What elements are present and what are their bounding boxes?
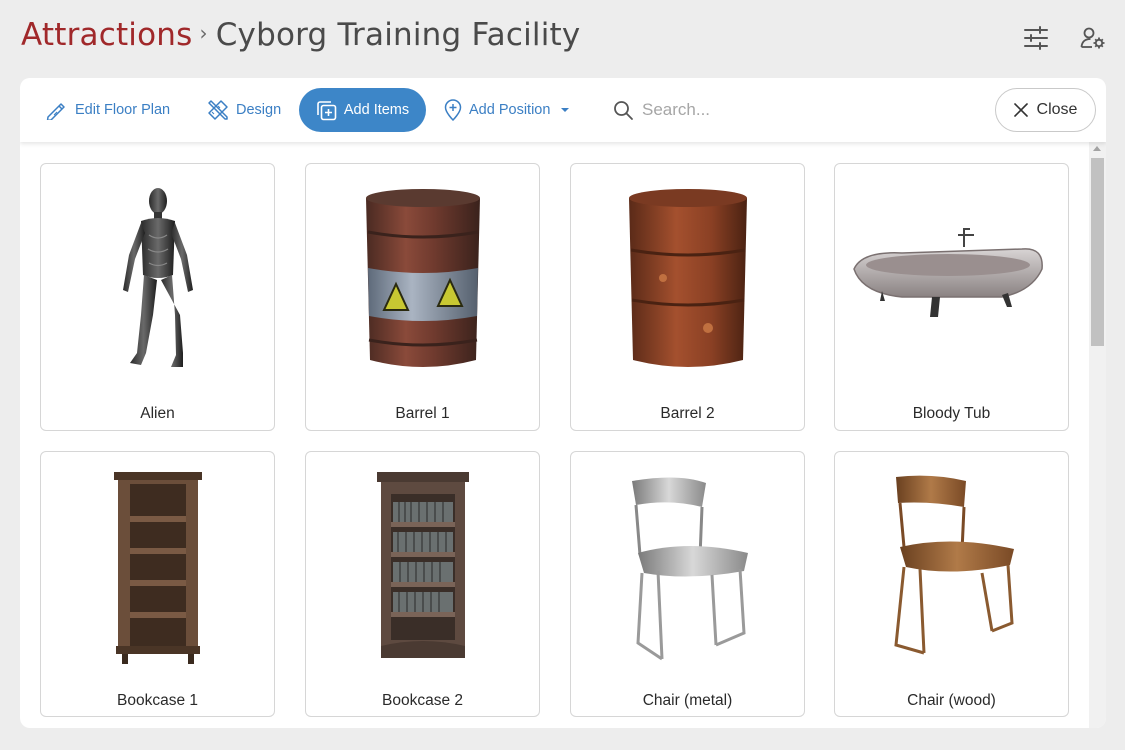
search-box	[613, 95, 812, 125]
item-card-barrel-2[interactable]: Barrel 2	[570, 163, 805, 431]
add-position-label: Add Position	[469, 102, 551, 118]
add-items-label: Add Items	[343, 102, 410, 118]
scrollbar-thumb[interactable]	[1091, 158, 1104, 346]
item-name: Bloody Tub	[912, 405, 991, 422]
item-name: Alien	[140, 405, 175, 422]
items-grid: Alien Barrel 1 Barrel 2 Bloody Tub Bookc…	[20, 142, 1106, 728]
toolbar: Edit Floor Plan Design Add Items Add Pos…	[20, 78, 1106, 142]
close-label: Close	[1036, 101, 1078, 118]
add-items-panel: Edit Floor Plan Design Add Items Add Pos…	[20, 78, 1106, 728]
scroll-up-arrow-icon[interactable]	[1093, 146, 1101, 151]
item-name: Barrel 2	[660, 405, 715, 422]
breadcrumb-attractions-link[interactable]: Attractions	[21, 17, 193, 53]
item-name: Barrel 1	[395, 405, 450, 422]
item-card-bookcase-1[interactable]: Bookcase 1	[40, 451, 275, 717]
item-card-chair-metal[interactable]: Chair (metal)	[570, 451, 805, 717]
design-button[interactable]: Design	[207, 88, 281, 132]
barrel-rusty-model-thumbnail	[571, 164, 804, 396]
page-title: Cyborg Training Facility	[215, 17, 581, 53]
item-name: Chair (wood)	[907, 692, 996, 709]
item-card-barrel-1[interactable]: Barrel 1	[305, 163, 540, 431]
bookcase-empty-model-thumbnail	[41, 452, 274, 684]
bookcase-books-model-thumbnail	[306, 452, 539, 684]
breadcrumb: Attractions › Cyborg Training Facility	[21, 17, 580, 53]
sliders-icon[interactable]	[1022, 24, 1050, 52]
chair-metal-model-thumbnail	[571, 452, 804, 684]
map-pin-plus-icon	[444, 99, 462, 121]
search-icon	[614, 100, 633, 120]
add-items-icon	[317, 100, 337, 120]
design-label: Design	[236, 102, 282, 118]
alien-model-thumbnail	[41, 164, 274, 396]
item-card-bloody-tub[interactable]: Bloody Tub	[834, 163, 1069, 431]
item-name: Bookcase 1	[117, 692, 198, 709]
user-settings-icon[interactable]	[1079, 24, 1107, 52]
search-input[interactable]	[642, 100, 812, 120]
item-name: Bookcase 2	[382, 692, 463, 709]
caret-down-icon	[561, 108, 570, 112]
scrollbar[interactable]	[1089, 142, 1106, 728]
add-items-button[interactable]: Add Items	[299, 88, 426, 132]
breadcrumb-separator: ›	[199, 21, 208, 45]
edit-floor-plan-label: Edit Floor Plan	[75, 102, 171, 118]
add-position-dropdown[interactable]: Add Position	[444, 88, 573, 132]
item-card-chair-wood[interactable]: Chair (wood)	[834, 451, 1069, 717]
chair-wood-model-thumbnail	[835, 452, 1068, 684]
item-card-alien[interactable]: Alien	[40, 163, 275, 431]
design-tools-icon	[208, 100, 228, 120]
barrel-hazard-model-thumbnail	[306, 164, 539, 396]
close-icon	[1013, 103, 1028, 117]
pencil-ruler-icon	[46, 103, 65, 120]
close-button[interactable]: Close	[995, 88, 1096, 132]
item-name: Chair (metal)	[642, 692, 733, 709]
item-card-bookcase-2[interactable]: Bookcase 2	[305, 451, 540, 717]
page-header: Attractions › Cyborg Training Facility	[0, 0, 1125, 78]
bathtub-model-thumbnail	[835, 164, 1068, 396]
edit-floor-plan-button[interactable]: Edit Floor Plan	[46, 88, 170, 132]
